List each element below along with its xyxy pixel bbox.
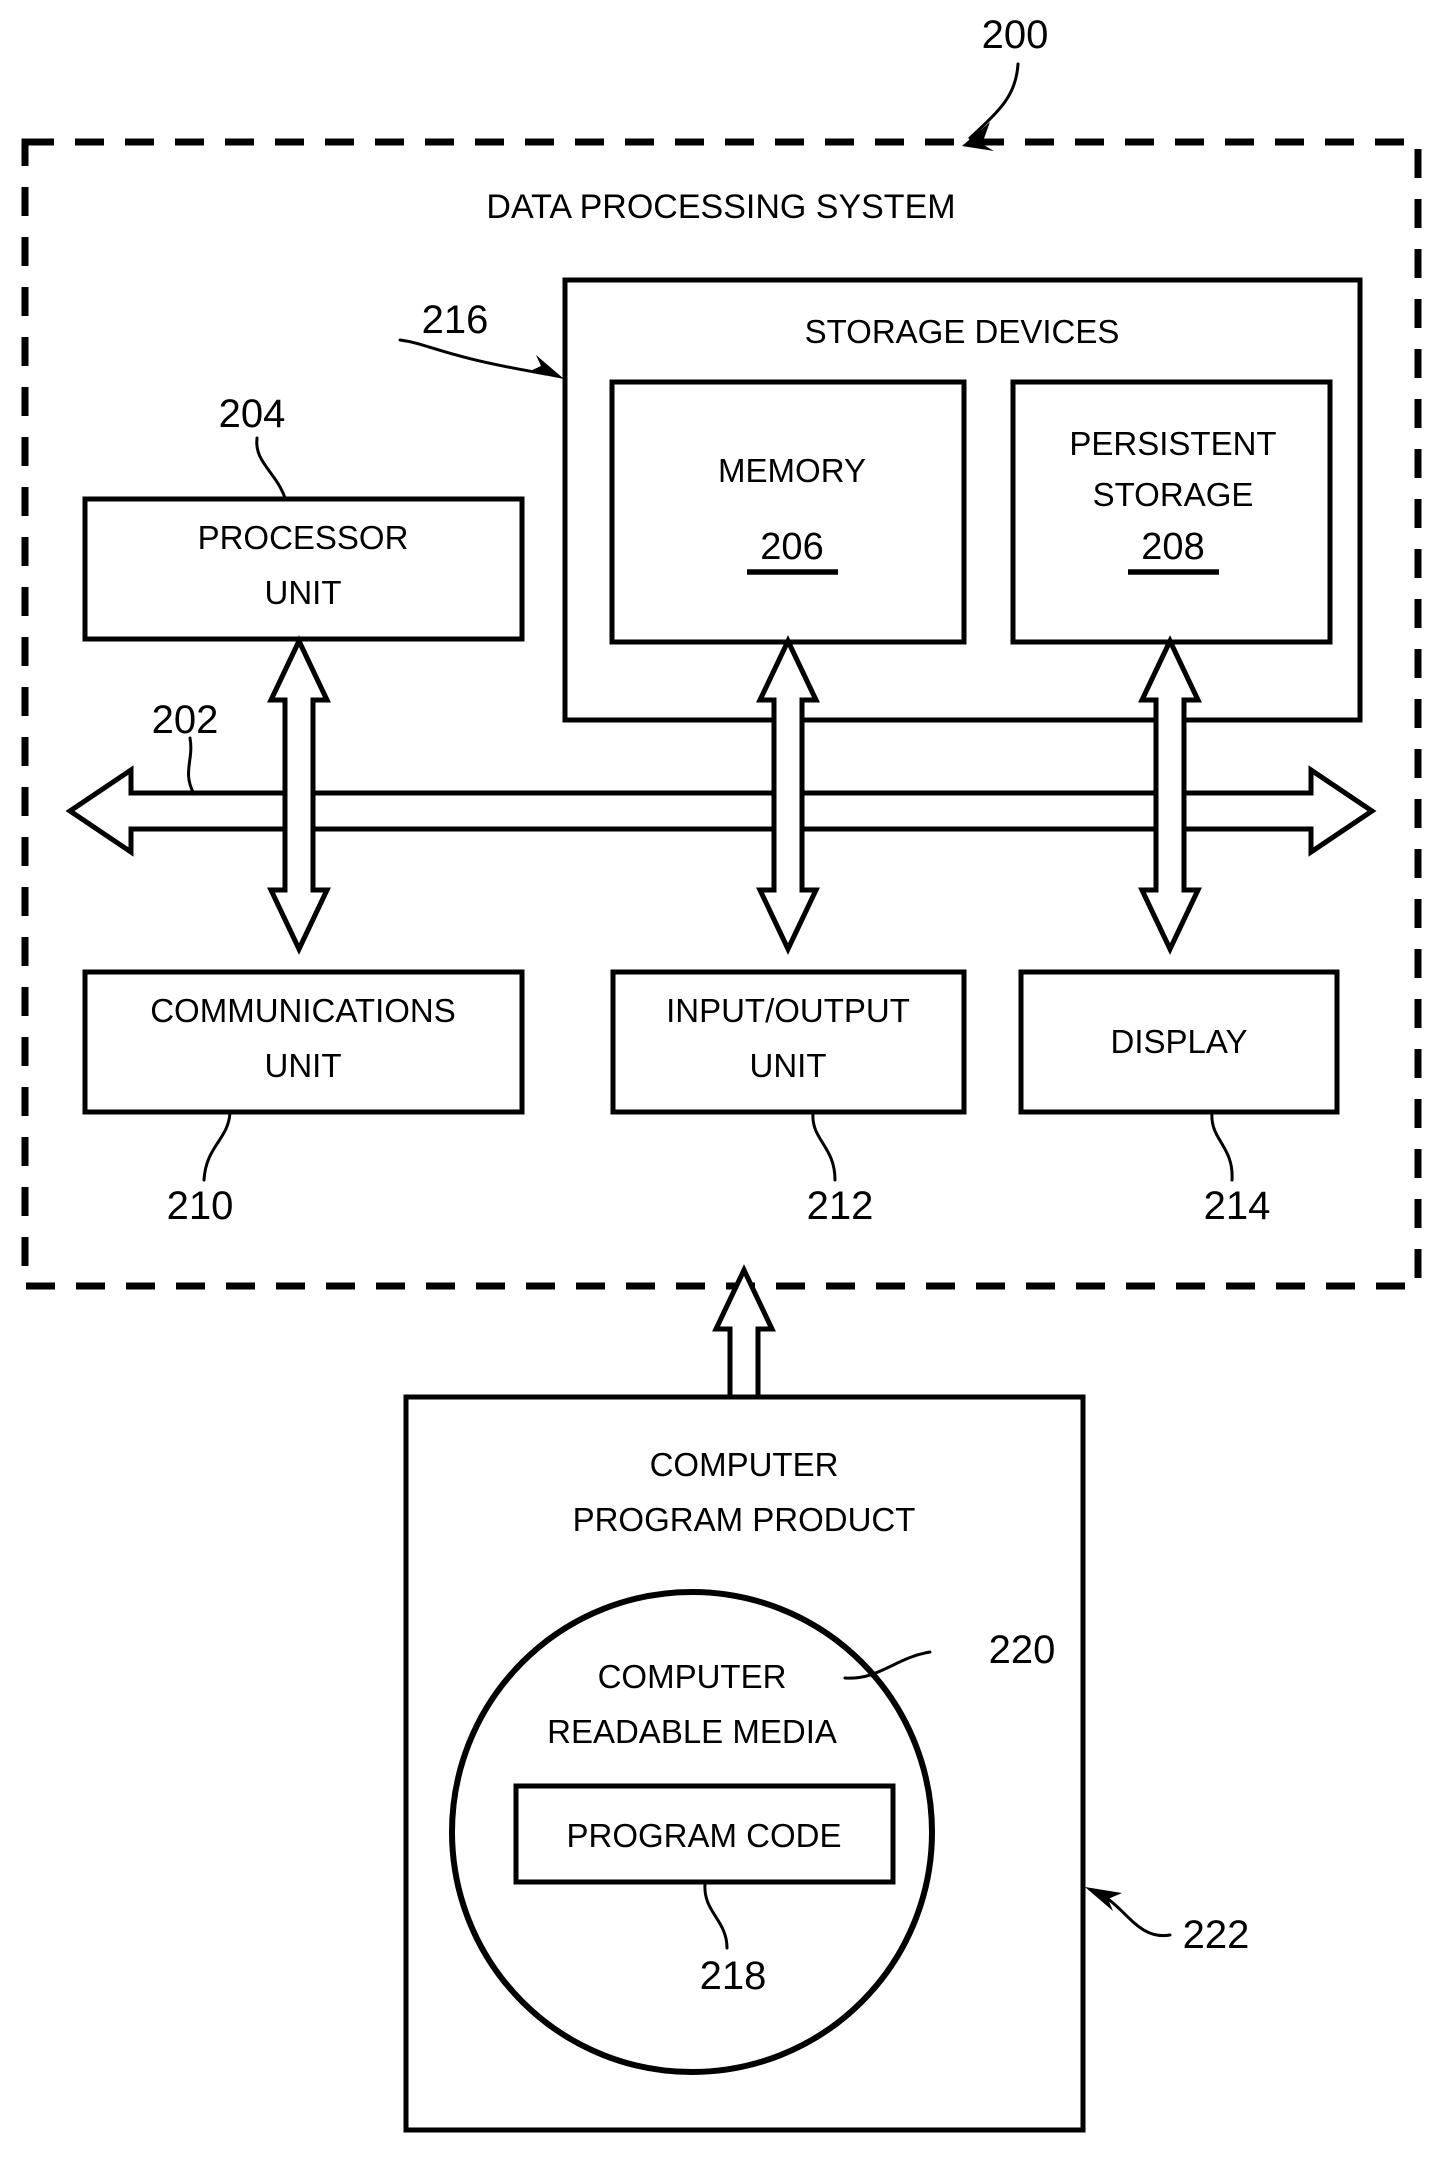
program-code-label: PROGRAM CODE xyxy=(566,1817,841,1854)
leader-202 xyxy=(187,736,196,796)
ref-218: 218 xyxy=(700,1954,767,1998)
leader-210 xyxy=(202,1111,232,1182)
figure-canvas: DATA PROCESSING SYSTEM 200 202 204 216 2… xyxy=(21,13,1422,2133)
ref-222: 222 xyxy=(1183,1913,1250,1957)
ref-204: 204 xyxy=(219,392,286,436)
storage-devices-label: STORAGE DEVICES xyxy=(805,313,1120,350)
ref-200: 200 xyxy=(982,13,1049,57)
persistent-storage-label-line1: PERSISTENT xyxy=(1069,425,1276,462)
leader-214 xyxy=(1210,1111,1234,1182)
persistent-storage-ref-label: 208 xyxy=(1141,526,1204,568)
memory-label: MEMORY xyxy=(718,452,866,489)
communications-unit-label-line2: UNIT xyxy=(265,1047,342,1084)
arrow-program-product-to-system xyxy=(712,1264,776,1400)
ref-216: 216 xyxy=(422,298,489,342)
communications-unit-label-line1: COMMUNICATIONS xyxy=(150,992,456,1029)
ref-202: 202 xyxy=(152,698,219,742)
system-title: DATA PROCESSING SYSTEM xyxy=(486,188,955,226)
ref-214: 214 xyxy=(1204,1184,1271,1228)
computer-readable-media-label-line1: COMPUTER xyxy=(598,1658,787,1695)
patent-figure: DATA PROCESSING SYSTEM 200 202 204 216 2… xyxy=(0,0,1442,2157)
leader-216 xyxy=(398,338,564,379)
persistent-storage-label-line2: STORAGE xyxy=(1093,476,1254,513)
leader-212 xyxy=(811,1111,837,1182)
leader-218 xyxy=(703,1882,729,1950)
computer-readable-media-label-line2: READABLE MEDIA xyxy=(547,1713,837,1750)
leader-222 xyxy=(1085,1887,1172,1938)
input-output-unit-label-line1: INPUT/OUTPUT xyxy=(666,992,910,1029)
ref-220: 220 xyxy=(989,1628,1056,1672)
ref-210: 210 xyxy=(167,1184,234,1228)
memory-ref-label: 206 xyxy=(760,526,823,568)
input-output-unit-label-line2: UNIT xyxy=(750,1047,827,1084)
memory-box xyxy=(609,379,967,645)
computer-program-product-label-line2: PROGRAM PRODUCT xyxy=(573,1501,916,1538)
leader-200 xyxy=(962,62,1020,151)
processor-unit-label-line1: PROCESSOR xyxy=(198,519,409,556)
ref-212: 212 xyxy=(807,1184,874,1228)
computer-program-product-label-line1: COMPUTER xyxy=(650,1446,839,1483)
processor-unit-label-line2: UNIT xyxy=(265,574,342,611)
leader-204 xyxy=(255,436,287,500)
display-label: DISPLAY xyxy=(1111,1023,1248,1060)
